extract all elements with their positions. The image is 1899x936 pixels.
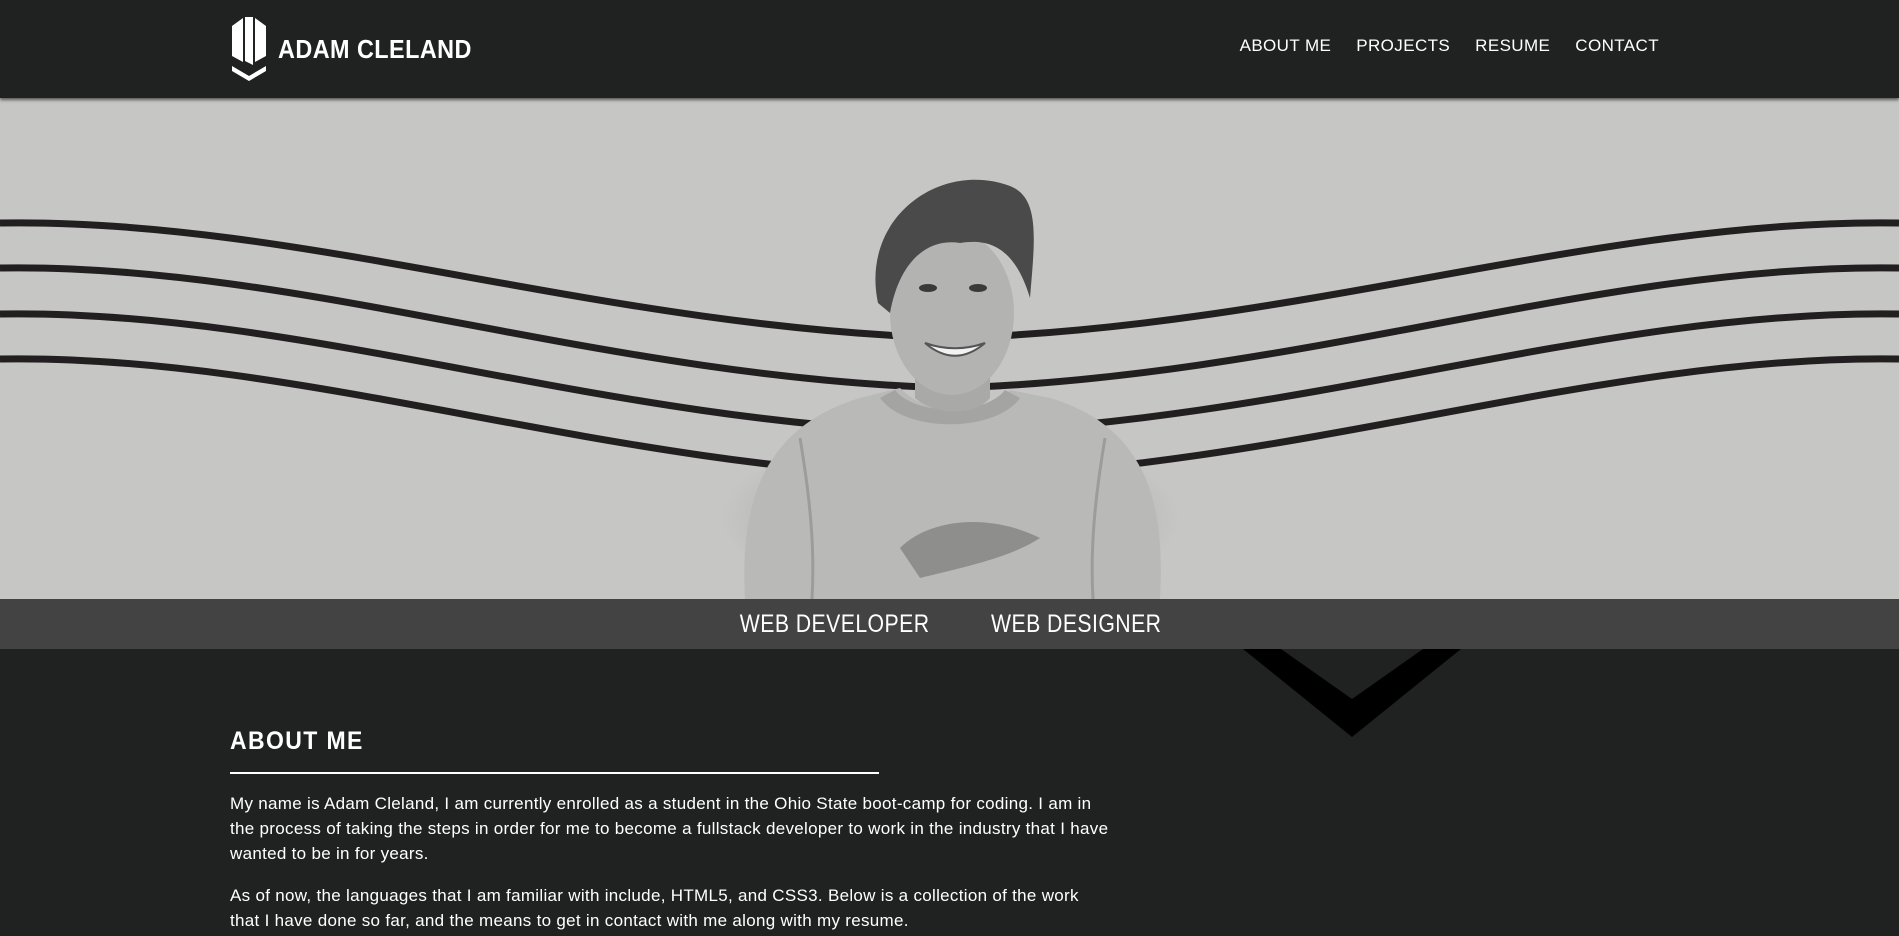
role-tagline-bar: WEB DEVELOPER WEB DESIGNER: [0, 599, 1899, 649]
about-me-heading: ABOUT ME: [230, 727, 364, 755]
about-paragraph-intro: My name is Adam Cleland, I am currently …: [230, 794, 1109, 863]
nav-resume[interactable]: RESUME: [1475, 36, 1550, 56]
brand-name: ADAM CLELAND: [278, 33, 472, 64]
grayscale-portrait-photo: [720, 179, 1180, 599]
brand-home-link[interactable]: ADAM CLELAND: [230, 16, 493, 82]
hero-banner: [0, 98, 1899, 599]
about-paragraph-skills: As of now, the languages that I am famil…: [230, 886, 1079, 930]
about-divider: [230, 772, 879, 774]
role-web-designer: WEB DESIGNER: [990, 609, 1162, 638]
chevron-down-icon[interactable]: [1243, 649, 1461, 737]
hero-illustration: [0, 179, 1899, 599]
nav-contact[interactable]: CONTACT: [1575, 36, 1659, 56]
nav-projects[interactable]: PROJECTS: [1356, 36, 1450, 56]
shield-logo-icon: [232, 17, 266, 81]
site-header: ADAM CLELAND ABOUT ME PROJECTS RESUME CO…: [0, 0, 1899, 98]
role-web-developer: WEB DEVELOPER: [739, 609, 930, 638]
main-nav: ABOUT ME PROJECTS RESUME CONTACT: [1240, 36, 1659, 56]
nav-about-me[interactable]: ABOUT ME: [1240, 36, 1332, 56]
